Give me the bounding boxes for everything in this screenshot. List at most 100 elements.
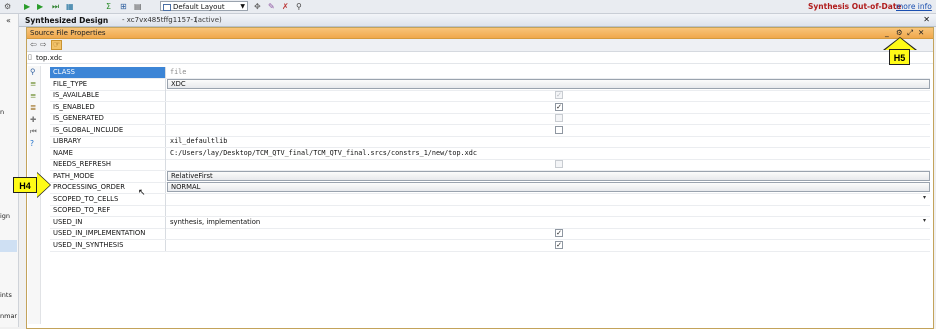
- synthesis-status: Synthesis Out-of-Date: [808, 2, 902, 11]
- property-name: IS_AVAILABLE: [50, 90, 166, 101]
- property-combo[interactable]: XDC: [167, 78, 930, 89]
- more-info-link[interactable]: more info: [896, 2, 932, 11]
- bitstream-icon[interactable]: ▦: [66, 2, 74, 11]
- settings-icon[interactable]: ⚙: [4, 2, 11, 11]
- expand-all-icon[interactable]: ≡: [30, 79, 36, 88]
- property-name: USED_IN: [50, 216, 166, 228]
- property-row[interactable]: NAME C:/Users/lay/Desktop/TCM_QTV_final/T…: [50, 147, 930, 160]
- zoom-icon[interactable]: ⚲: [296, 2, 302, 11]
- panel-nav-bar: ⇦ ⇨ ☞: [27, 39, 933, 52]
- property-value[interactable]: synthesis, implementation: [167, 217, 930, 228]
- property-name: IS_GLOBAL_INCLUDE: [50, 124, 166, 136]
- property-name: SCOPED_TO_REF: [50, 205, 166, 216]
- property-name: CLASS: [50, 67, 166, 78]
- left-fragment-2: ign: [0, 212, 11, 220]
- property-checkbox[interactable]: ✓: [555, 229, 563, 237]
- chevron-down-icon[interactable]: ▾: [923, 194, 926, 201]
- property-row[interactable]: USED_IN synthesis, implementation ▾: [50, 216, 930, 229]
- property-row[interactable]: NEEDS_REFRESH: [50, 159, 930, 171]
- property-row[interactable]: IS_GENERATED: [50, 113, 930, 125]
- property-value[interactable]: file: [167, 67, 930, 78]
- property-name: NEEDS_REFRESH: [50, 159, 166, 170]
- property-row[interactable]: SCOPED_TO_CELLS ▾: [50, 193, 930, 206]
- probe-icon[interactable]: ✎: [268, 2, 275, 11]
- collapse-all-icon[interactable]: ≡: [30, 91, 36, 100]
- search-icon[interactable]: ⚲: [30, 67, 36, 76]
- property-row[interactable]: IS_AVAILABLE ✓: [50, 90, 930, 102]
- chevron-down-icon: ▼: [240, 3, 245, 10]
- property-row[interactable]: IS_ENABLED ✓: [50, 101, 930, 114]
- property-name: PROCESSING_ORDER: [50, 182, 166, 193]
- left-panel: « n ign ints nmar: [0, 14, 19, 327]
- property-row[interactable]: FILE_TYPE XDC: [50, 78, 930, 91]
- close-icon[interactable]: ✕: [918, 28, 924, 37]
- settings-icon[interactable]: ⚙: [896, 28, 903, 37]
- property-value[interactable]: [167, 194, 930, 205]
- cross-icon[interactable]: ✥: [254, 2, 261, 11]
- help-icon[interactable]: ?: [30, 139, 34, 148]
- add-icon[interactable]: ✚: [30, 115, 36, 124]
- main-toolbar: ⚙ ▶ ▶ ⏭ ▦ Σ ⊞ ▤ Default Layout ▼ ✥ ✎ ✗ ⚲…: [0, 0, 936, 14]
- schematic-icon[interactable]: ⊞: [120, 2, 127, 11]
- property-row[interactable]: PROCESSING_ORDER NORMAL: [50, 182, 930, 194]
- property-checkbox[interactable]: ✓: [555, 240, 563, 249]
- design-state: (active): [195, 16, 222, 24]
- property-value: [167, 113, 930, 124]
- property-combo[interactable]: RelativeFirst: [167, 170, 930, 181]
- property-checkbox[interactable]: [555, 125, 563, 134]
- close-icon[interactable]: ✕: [923, 15, 930, 24]
- back-arrow-icon[interactable]: ⇦: [30, 40, 37, 49]
- property-checkbox: ✓: [555, 91, 563, 99]
- left-selected-item[interactable]: [0, 240, 17, 252]
- property-value: [167, 228, 930, 239]
- property-name: LIBRARY: [50, 136, 166, 147]
- property-value: [167, 159, 930, 170]
- property-checkbox: [555, 160, 563, 168]
- property-row[interactable]: PATH_MODE RelativeFirst: [50, 170, 930, 183]
- layout-select[interactable]: Default Layout ▼: [160, 1, 248, 11]
- report-icon[interactable]: ▤: [134, 2, 142, 11]
- left-fragment-4: nmar: [0, 312, 18, 320]
- property-row[interactable]: LIBRARY xil_defaultlib: [50, 136, 930, 148]
- property-value: [167, 240, 930, 251]
- run-icon[interactable]: ▶: [24, 2, 30, 11]
- mouse-cursor-icon: ↖: [138, 188, 146, 198]
- debug-icon[interactable]: ✗: [282, 2, 289, 11]
- source-file-properties-panel: Source File Properties _ ⚙ ⤢ ✕ ⇦ ⇨ ☞ ▯ t…: [26, 27, 934, 329]
- property-name: NAME: [50, 147, 166, 159]
- sum-icon[interactable]: Σ: [106, 2, 111, 11]
- minimize-icon[interactable]: _: [885, 28, 889, 37]
- property-row[interactable]: USED_IN_IMPLEMENTATION ✓: [50, 228, 930, 240]
- property-value[interactable]: [167, 205, 930, 216]
- forward-arrow-icon[interactable]: ⇨: [40, 40, 47, 49]
- design-title: Synthesized Design: [25, 16, 109, 25]
- property-row[interactable]: IS_GLOBAL_INCLUDE: [50, 124, 930, 137]
- property-value[interactable]: xil_defaultlib: [167, 136, 930, 147]
- property-name: IS_ENABLED: [50, 101, 166, 113]
- panel-header: Source File Properties _ ⚙ ⤢ ✕: [27, 28, 933, 39]
- h4-arrow: [37, 173, 50, 197]
- group-icon[interactable]: ≣: [30, 103, 36, 112]
- property-value: [167, 125, 930, 136]
- file-icon: ▯: [28, 53, 32, 61]
- property-row[interactable]: USED_IN_SYNTHESIS ✓: [50, 239, 930, 252]
- property-value: [167, 90, 930, 101]
- design-part: - xc7vx485tffg1157-1: [122, 16, 198, 24]
- property-checkbox[interactable]: ✓: [555, 102, 563, 111]
- first-icon[interactable]: ⏮: [30, 127, 37, 137]
- file-name: top.xdc: [36, 54, 63, 62]
- callout-h5: H5: [889, 49, 910, 65]
- chevron-down-icon[interactable]: ▾: [923, 217, 926, 224]
- collapse-icon[interactable]: «: [6, 16, 11, 25]
- pointer-icon: ☞: [53, 40, 61, 49]
- run-all-icon[interactable]: ▶: [37, 2, 43, 11]
- left-fragment-3: ints: [0, 291, 12, 299]
- property-value: [167, 102, 930, 113]
- design-header: Synthesized Design - xc7vx485tffg1157-1 …: [19, 14, 936, 27]
- property-value[interactable]: C:/Users/lay/Desktop/TCM_QTV_final/TCM_Q…: [167, 148, 930, 159]
- property-name: USED_IN_IMPLEMENTATION: [50, 228, 166, 239]
- property-row[interactable]: SCOPED_TO_REF: [50, 205, 930, 217]
- property-combo[interactable]: NORMAL: [167, 182, 930, 192]
- property-row[interactable]: CLASS file: [50, 67, 930, 79]
- step-icon[interactable]: ⏭: [52, 2, 59, 11]
